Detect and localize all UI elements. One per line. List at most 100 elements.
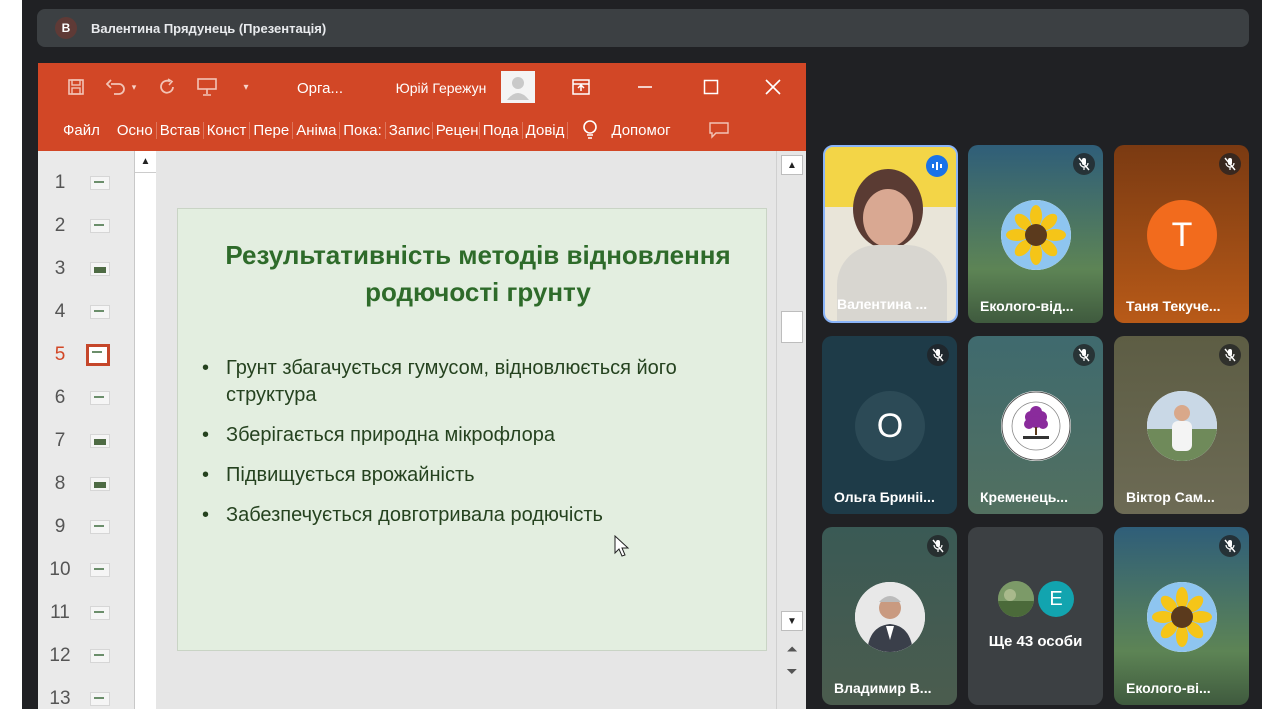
slide-number: 6 [54,387,66,408]
slide-thumb-2[interactable]: 2 [38,206,134,246]
slide-number: 9 [54,516,66,537]
slide-thumb-1[interactable]: 1 [38,163,134,203]
slide-number: 11 [50,602,70,623]
participant-photo [855,582,925,652]
tab-slideshow[interactable]: Пока: [340,121,386,139]
tab-animations[interactable]: Аніма [293,121,341,139]
mic-off-icon [1219,535,1241,557]
slide-thumb-10[interactable]: 10 [38,550,134,590]
ribbon-display-icon[interactable] [568,75,594,99]
lightbulb-icon[interactable] [582,120,598,140]
participant-tile[interactable]: Еколого-ві... [1114,527,1249,705]
document-title[interactable]: Орга... [290,77,350,99]
participant-name: Ольга Бриніі... [834,489,935,505]
slide-thumbnail [90,305,110,319]
participant-mini-avatar: Е [1038,581,1074,617]
save-icon[interactable] [64,75,88,99]
slide-title[interactable]: Результативність методів відновлення род… [198,237,758,311]
participant-name: Владимир В... [834,680,932,696]
slide-thumb-13[interactable]: 13 [38,679,134,709]
participant-avatar: О [855,391,925,461]
mouse-cursor-icon [614,535,630,557]
slide-thumbnail [90,219,110,233]
slide-thumbnail [90,692,110,706]
slide-thumb-12[interactable]: 12 [38,636,134,676]
next-slide-icon[interactable]: ⏷ [781,661,803,681]
participant-tile[interactable]: Владимир В... [822,527,957,705]
slide-thumbnail [90,477,110,491]
undo-icon[interactable] [104,75,128,99]
ribbon-tabs: Файл Осно Встав Конст Пере Аніма Пока: З… [38,109,806,151]
tab-review[interactable]: Рецен [433,121,480,139]
current-slide[interactable]: Результативність методів відновлення род… [177,208,767,651]
user-name[interactable]: Юрій Гережун [390,77,492,99]
slide-thumb-5[interactable]: 5 [38,335,134,375]
scrollbar-thumb[interactable] [781,311,803,343]
participant-photo [1147,391,1217,461]
scroll-down-icon[interactable]: ▼ [781,611,803,631]
slide-thumbnail [90,563,110,577]
slide-number: 10 [49,559,71,580]
tab-file[interactable]: Файл [60,122,114,139]
slide-thumb-3[interactable]: 3 [38,249,134,289]
participant-tile[interactable]: Кременець... [968,336,1103,514]
participant-avatar: Т [1147,200,1217,270]
presenter-bar: В Валентина Прядунець (Презентація) [37,9,1249,47]
participant-name: Кременець... [980,489,1068,505]
thumbnails-scrollbar[interactable]: ▲ [134,151,156,709]
slide-bullet-list[interactable]: Грунт збагачується гумусом, відновлюєтьс… [202,355,762,542]
slide-number: 8 [54,473,66,494]
slide-thumbnail [90,649,110,663]
powerpoint-window: ▾ ▾ Орга... Юрій Гережун Файл Осно Встав… [38,63,806,709]
slide-thumbnail [90,434,110,448]
slide-number: 3 [54,258,66,279]
tab-home[interactable]: Осно [114,121,157,139]
slide-number: 4 [54,301,66,322]
slide-thumbnail [90,262,110,276]
tell-me-label[interactable]: Допомог [608,122,673,139]
close-icon[interactable] [760,75,786,99]
participant-name: Еколого-ві... [1126,680,1211,696]
tab-design[interactable]: Конст [204,121,251,139]
participant-name: Еколого-від... [980,298,1074,314]
minimize-icon[interactable] [632,75,658,99]
slide-editor: Результативність методів відновлення род… [156,151,776,709]
maximize-icon[interactable] [698,75,724,99]
participant-tile[interactable]: О Ольга Бриніі... [822,336,957,514]
editor-scrollbar[interactable]: ▲ ▼ ⏶ ⏷ [776,151,806,709]
participant-tile-speaking[interactable]: Валентина ... [823,145,958,323]
bullet-item: Грунт збагачується гумусом, відновлюєтьс… [202,355,762,409]
slide-thumb-8[interactable]: 8 [38,464,134,504]
participant-tile[interactable]: Еколого-від... [968,145,1103,323]
slide-number: 12 [49,645,71,666]
presenter-avatar: В [55,17,77,39]
comments-icon[interactable] [708,121,730,139]
ppt-titlebar: ▾ ▾ Орга... Юрій Гережун [38,63,806,109]
slide-thumbnail [90,520,110,534]
tab-view[interactable]: Пода [480,121,523,139]
participant-name: Таня Текуче... [1126,298,1221,314]
slide-thumb-7[interactable]: 7 [38,421,134,461]
slide-thumb-9[interactable]: 9 [38,507,134,547]
slide-number: 5 [54,344,66,365]
undo-dropdown-icon[interactable]: ▾ [128,77,140,97]
customize-qat-icon[interactable]: ▾ [238,77,254,97]
tab-insert[interactable]: Встав [157,121,204,139]
tab-record[interactable]: Запис [386,121,433,139]
slide-thumb-6[interactable]: 6 [38,378,134,418]
slide-thumbnails-pane: 1 2 3 4 5 6 7 8 9 10 11 12 13 ▲ [38,151,156,709]
tab-reference[interactable]: Довід [523,121,569,139]
previous-slide-icon[interactable]: ⏶ [781,639,803,659]
scroll-up-icon[interactable]: ▲ [135,151,156,173]
user-avatar-icon[interactable] [501,71,535,103]
slide-thumb-11[interactable]: 11 [38,593,134,633]
tab-transitions[interactable]: Пере [250,121,294,139]
slide-thumb-4[interactable]: 4 [38,292,134,332]
redo-icon[interactable] [156,75,180,99]
slideshow-icon[interactable] [194,75,220,99]
participant-tile[interactable]: Віктор Сам... [1114,336,1249,514]
scroll-up-icon[interactable]: ▲ [781,155,803,175]
participant-tile[interactable]: Т Таня Текуче... [1114,145,1249,323]
more-participants-tile[interactable]: Е Ще 43 особи [968,527,1103,705]
mic-off-icon [1219,344,1241,366]
